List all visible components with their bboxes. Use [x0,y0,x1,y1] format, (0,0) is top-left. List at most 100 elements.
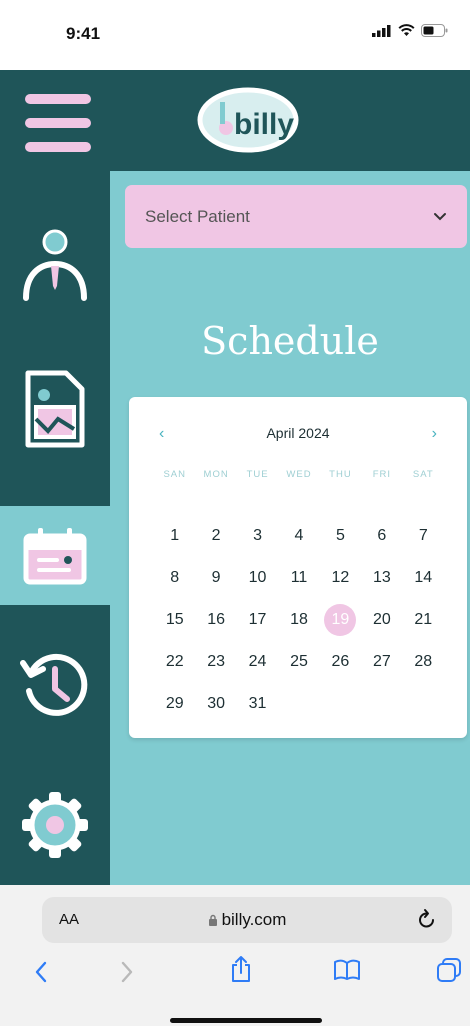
calendar-day[interactable]: 14 [403,557,444,599]
hamburger-line [25,94,91,104]
weekday-label: THU [329,469,352,480]
calendar-day[interactable]: 3 [237,515,278,557]
calendar-day-number: 9 [211,569,221,586]
calendar-day-number: 15 [165,611,184,628]
calendar-day[interactable]: 21 [403,599,444,641]
tabs-icon[interactable] [436,957,462,983]
calendar-day-number: 29 [165,695,184,712]
calendar-day[interactable]: 15 [154,599,195,641]
calendar-day[interactable]: 7 [403,515,444,557]
lock-icon [208,914,217,926]
select-patient-dropdown[interactable]: Select Patient [125,185,467,248]
calendar-day-number: 23 [207,653,226,670]
calendar-day-number: 7 [418,527,428,544]
wifi-icon [398,24,415,36]
weekday-label: SAT [412,469,434,480]
bookmarks-icon[interactable] [333,959,361,981]
settings-gear-icon [22,792,88,858]
calendar-day[interactable]: 24 [237,641,278,683]
calendar-day[interactable]: 5 [320,515,361,557]
weekday-label: WED [286,469,312,480]
status-bar: 9:41 [0,0,470,70]
calendar-day-number: 1 [170,527,180,544]
calendar-day-number: 21 [414,611,433,628]
report-chart-icon [25,370,85,448]
menu-hamburger-icon[interactable] [25,94,93,152]
calendar-day[interactable]: 6 [361,515,402,557]
calendar-day-number: 26 [331,653,350,670]
calendar-day-number: 3 [253,527,263,544]
share-icon[interactable] [230,955,252,983]
calendar-day[interactable]: 16 [195,599,236,641]
calendar-day-number: 22 [165,653,184,670]
calendar-day-number: 5 [335,527,345,544]
status-icons [372,24,448,37]
calendar-day-number: 8 [170,569,180,586]
page-title: Schedule [201,319,379,363]
calendar-day[interactable]: 9 [195,557,236,599]
calendar-day[interactable]: 23 [195,641,236,683]
status-time: 9:41 [66,24,101,43]
forward-icon[interactable] [120,961,134,983]
main-content: Select Patient Schedule ‹ April 2024 › S… [110,171,470,885]
doctor-profile-icon [23,229,87,301]
url-display[interactable]: billy.com [42,910,452,930]
calendar-day[interactable]: 31 [237,683,278,725]
calendar-day[interactable]: 18 [278,599,319,641]
weekday-label: TUE [246,469,269,480]
calendar-day-number: 19 [324,604,357,636]
back-icon[interactable] [34,961,48,983]
calendar-day-number: 12 [331,569,350,586]
home-indicator [170,1018,322,1023]
browser-bar: AA billy.com [0,885,470,1026]
calendar-day[interactable]: 12 [320,557,361,599]
sidebar-item-profile[interactable] [0,223,110,305]
calendar-day[interactable]: 27 [361,641,402,683]
weekday-label: SAN [163,469,186,480]
calendar-day[interactable]: 28 [403,641,444,683]
calendar-day-number: 10 [248,569,267,586]
hamburger-line [25,118,91,128]
address-bar[interactable]: AA billy.com [42,897,452,943]
calendar-day[interactable]: 10 [237,557,278,599]
calendar-day[interactable]: 17 [237,599,278,641]
calendar-day[interactable]: 29 [154,683,195,725]
calendar-widget: ‹ April 2024 › SAN MON TUE WED THU FRI SAT 123… [129,397,467,738]
calendar-day-selected[interactable]: 19 [320,599,361,641]
calendar-day-number: 28 [414,653,433,670]
calendar-day-number: 17 [248,611,267,628]
weekday-label: MON [203,469,229,480]
calendar-day-number: 18 [290,611,308,628]
calendar-day[interactable]: 20 [361,599,402,641]
calendar-header: ‹ April 2024 › [129,425,467,445]
calendar-day-number: 6 [377,527,387,544]
calendar-day[interactable]: 25 [278,641,319,683]
hamburger-line [25,142,91,152]
calendar-day-number: 11 [290,569,308,586]
calendar-day[interactable]: 1 [154,515,195,557]
billy-logo: billy [197,87,299,153]
calendar-day[interactable]: 8 [154,557,195,599]
chevron-right-icon[interactable]: › [432,425,437,443]
reload-icon[interactable] [416,907,438,931]
calendar-day[interactable]: 26 [320,641,361,683]
calendar-day[interactable]: 2 [195,515,236,557]
calendar-day-number: 31 [248,695,267,712]
url-text: billy.com [221,910,287,929]
sidebar-item-reports[interactable] [0,361,110,457]
calendar-day-number: 4 [294,527,304,544]
sidebar-item-schedule[interactable] [0,506,110,605]
sidebar-item-history[interactable] [0,641,110,729]
battery-icon [421,24,448,37]
sidebar-item-settings[interactable] [0,783,110,867]
calendar-day-number: 27 [372,653,391,670]
calendar-day-number: 2 [211,527,221,544]
calendar-day[interactable]: 4 [278,515,319,557]
calendar-day[interactable]: 22 [154,641,195,683]
calendar-day[interactable]: 30 [195,683,236,725]
calendar-weekdays: SAN MON TUE WED THU FRI SAT [154,469,444,480]
history-clock-icon [20,653,88,716]
calendar-day[interactable]: 11 [278,557,319,599]
calendar-day[interactable]: 13 [361,557,402,599]
calendar-day-number: 30 [207,695,226,712]
